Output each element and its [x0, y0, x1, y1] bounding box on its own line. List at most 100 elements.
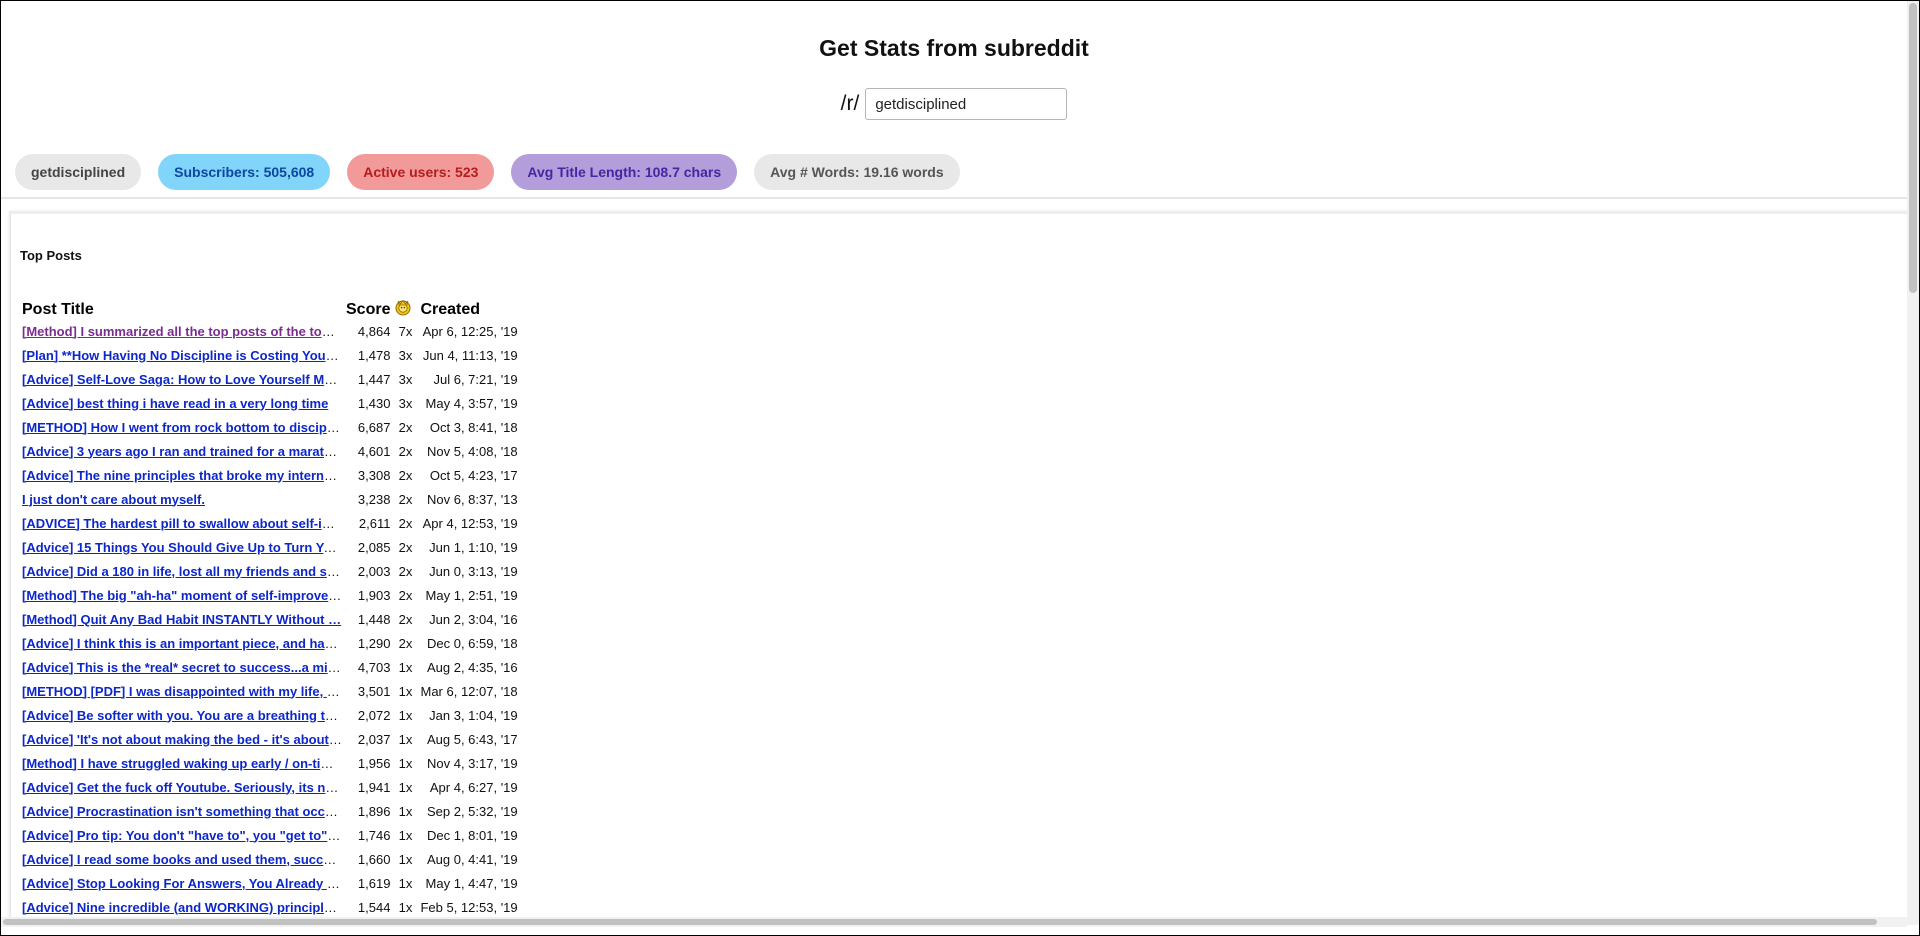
post-created: Sep 2, 5:32, '19 — [426, 803, 518, 819]
post-title-link[interactable]: [METHOD] [PDF] I was disappointed with m… — [22, 684, 344, 699]
post-score: 2,037 — [357, 731, 391, 747]
table-row: [Advice] 3 years ago I ran and trained f… — [20, 439, 520, 463]
post-title-link[interactable]: [Advice] 3 years ago I ran and trained f… — [22, 444, 344, 459]
table-row: [Advice] Stop Looking For Answers, You A… — [20, 871, 520, 895]
post-awards: 3x — [398, 347, 413, 363]
post-score: 2,085 — [357, 539, 391, 555]
post-created: Apr 6, 12:25, '19 — [422, 323, 518, 339]
post-score: 1,544 — [357, 899, 391, 915]
post-title-link[interactable]: [Advice] Procrastination isn't something… — [22, 804, 344, 819]
post-title-link[interactable]: [Advice] Be softer with you. You are a b… — [22, 708, 344, 723]
post-title-cell: [METHOD] [PDF] I was disappointed with m… — [20, 679, 344, 703]
post-created: Nov 6, 8:37, '13 — [426, 491, 518, 507]
post-awards: 7x — [398, 323, 413, 339]
post-title-cell: [ADVICE] The hardest pill to swallow abo… — [20, 511, 344, 535]
table-row: [ADVICE] The hardest pill to swallow abo… — [20, 511, 520, 535]
column-header-score: Score — [346, 301, 391, 318]
page-title: Get Stats from subreddit — [819, 35, 1089, 61]
post-awards: 2x — [398, 587, 413, 603]
post-title-link[interactable]: [Method] I summarized all the top posts … — [22, 324, 344, 339]
post-title-cell: [Advice] 'It's not about making the bed … — [20, 727, 344, 751]
post-title-cell: [Advice] Get the fuck off Youtube. Serio… — [20, 775, 344, 799]
table-row: [Method] Quit Any Bad Habit INSTANTLY Wi… — [20, 607, 520, 631]
post-title-link[interactable]: I just don't care about myself. — [22, 492, 205, 507]
post-awards: 1x — [398, 827, 413, 843]
vertical-scrollbar-thumb[interactable] — [1909, 3, 1917, 293]
vertical-scrollbar[interactable] — [1907, 1, 1919, 925]
table-row: [Advice] This is the *real* secret to su… — [20, 655, 520, 679]
post-created: Jun 1, 1:10, '19 — [429, 539, 518, 555]
post-created: Aug 2, 4:35, '16 — [426, 659, 518, 675]
post-title-cell: [Advice] best thing i have read in a ver… — [20, 391, 344, 415]
post-created: May 1, 2:51, '19 — [425, 587, 518, 603]
post-created: Nov 5, 4:08, '18 — [426, 443, 518, 459]
post-score: 3,501 — [357, 683, 391, 699]
post-title-link[interactable]: [METHOD] How I went from rock bottom to … — [22, 420, 344, 435]
post-title-cell: [Advice] 15 Things You Should Give Up to… — [20, 535, 344, 559]
post-title-link[interactable]: [Advice] Get the fuck off Youtube. Serio… — [22, 780, 344, 795]
post-title-link[interactable]: [Advice] Did a 180 in life, lost all my … — [22, 564, 344, 579]
table-row: [METHOD] [PDF] I was disappointed with m… — [20, 679, 520, 703]
post-title-link[interactable]: [Advice] Pro tip: You don't "have to", y… — [22, 828, 344, 843]
post-title-cell: [Advice] I read some books and used them… — [20, 847, 344, 871]
post-created: Aug 5, 6:43, '17 — [426, 731, 518, 747]
post-title-link[interactable]: [Advice] 15 Things You Should Give Up to… — [22, 540, 344, 555]
post-title-cell: [Advice] The nine principles that broke … — [20, 463, 344, 487]
table-row: [Advice] Be softer with you. You are a b… — [20, 703, 520, 727]
post-title-link[interactable]: [Advice] I read some books and used them… — [22, 852, 344, 867]
post-title-link[interactable]: [Advice] This is the *real* secret to su… — [22, 660, 344, 675]
post-created: Jun 2, 3:04, '16 — [429, 611, 518, 627]
post-score: 1,430 — [357, 395, 391, 411]
post-title-link[interactable]: [Advice] 'It's not about making the bed … — [22, 732, 344, 747]
post-awards: 1x — [398, 659, 413, 675]
subreddit-name-badge: getdisciplined — [15, 154, 142, 190]
post-title-link[interactable]: [Advice] The nine principles that broke … — [22, 468, 344, 483]
table-row: [Method] I have struggled waking up earl… — [20, 751, 520, 775]
post-title-cell: [Plan] **How Having No Discipline is Cos… — [20, 343, 344, 367]
avg-words-badge: Avg # Words: 19.16 words — [754, 154, 960, 190]
post-title-cell: [Advice] Self-Love Saga: How to Love You… — [20, 367, 344, 391]
post-title-link[interactable]: [Method] I have struggled waking up earl… — [22, 756, 344, 771]
post-created: May 4, 3:57, '19 — [425, 395, 518, 411]
post-score: 1,903 — [357, 587, 391, 603]
post-title-link[interactable]: [Method] The big "ah-ha" moment of self-… — [22, 588, 344, 603]
post-score: 4,864 — [357, 323, 391, 339]
post-title-cell: [Advice] Be softer with you. You are a b… — [20, 703, 344, 727]
post-awards: 2x — [398, 611, 413, 627]
horizontal-scrollbar[interactable] — [1, 917, 1907, 927]
table-row: [Method] I summarized all the top posts … — [20, 319, 520, 343]
stats-badges: getdisciplined Subscribers: 505,608 Acti… — [15, 154, 960, 190]
divider — [1, 197, 1907, 199]
post-title-cell: [Method] I summarized all the top posts … — [20, 319, 344, 343]
post-title-link[interactable]: [Advice] Nine incredible (and WORKING) p… — [22, 900, 344, 915]
post-score: 4,703 — [357, 659, 391, 675]
post-title-cell: [Advice] Did a 180 in life, lost all my … — [20, 559, 344, 583]
post-created: Jan 3, 1:04, '19 — [429, 707, 518, 723]
post-title-link[interactable]: [Method] Quit Any Bad Habit INSTANTLY Wi… — [22, 612, 341, 627]
post-awards: 1x — [398, 779, 413, 795]
horizontal-scrollbar-thumb[interactable] — [3, 919, 1877, 925]
post-awards: 1x — [398, 707, 413, 723]
post-created: Aug 0, 4:41, '19 — [426, 851, 518, 867]
post-score: 3,308 — [357, 467, 391, 483]
table-row: [Advice] 15 Things You Should Give Up to… — [20, 535, 520, 559]
post-awards: 1x — [398, 755, 413, 771]
post-title-link[interactable]: [Plan] **How Having No Discipline is Cos… — [22, 348, 342, 363]
post-created: Mar 6, 12:07, '18 — [420, 683, 518, 699]
active-users-badge: Active users: 523 — [347, 154, 495, 190]
post-title-cell: [Method] Quit Any Bad Habit INSTANTLY Wi… — [20, 607, 344, 631]
post-created: Nov 4, 3:17, '19 — [426, 755, 518, 771]
column-header-title: Post Title — [22, 301, 94, 318]
table-row: [Advice] The nine principles that broke … — [20, 463, 520, 487]
post-title-link[interactable]: [Advice] Self-Love Saga: How to Love You… — [22, 372, 344, 387]
post-title-cell: [Advice] Pro tip: You don't "have to", y… — [20, 823, 344, 847]
post-title-link[interactable]: [ADVICE] The hardest pill to swallow abo… — [22, 516, 344, 531]
post-awards: 2x — [398, 419, 413, 435]
top-posts-table: Post Title Score Created [Method] I summ… — [20, 289, 520, 927]
post-title-link[interactable]: [Advice] best thing i have read in a ver… — [22, 396, 328, 411]
post-title-link[interactable]: [Advice] Stop Looking For Answers, You A… — [22, 876, 344, 891]
subreddit-input[interactable] — [865, 88, 1068, 120]
post-score: 6,687 — [357, 419, 391, 435]
post-title-cell: [Advice] Stop Looking For Answers, You A… — [20, 871, 344, 895]
post-title-link[interactable]: [Advice] I think this is an important pi… — [22, 636, 344, 651]
